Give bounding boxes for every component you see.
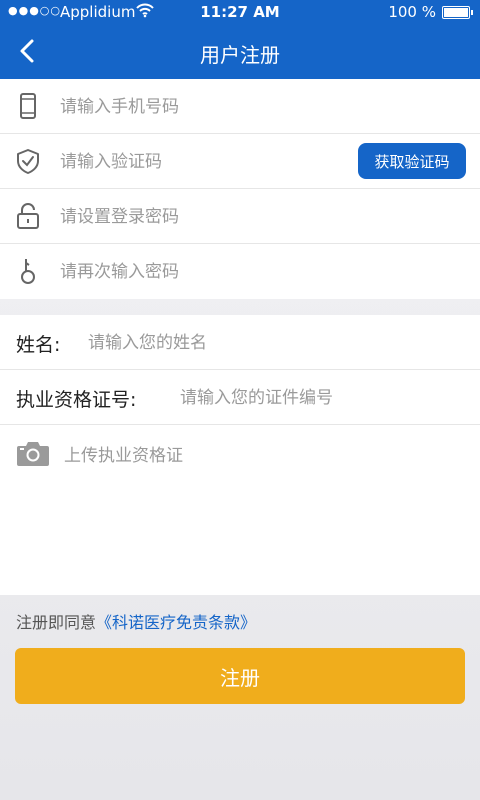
status-bar: ●●●○○ Applidium 11:27 AM 100 % [0, 0, 480, 24]
battery-icon [442, 6, 473, 19]
profile-section: 姓名: 执业资格证号: 上传执业资格证 [0, 315, 480, 595]
code-row: 获取验证码 [0, 134, 480, 189]
upload-license-button[interactable]: 上传执业资格证 [0, 425, 480, 480]
nav-bar: 用户注册 [0, 24, 480, 79]
license-input[interactable] [178, 382, 472, 414]
credentials-section: 获取验证码 [0, 79, 480, 299]
code-input[interactable] [58, 146, 282, 178]
name-input[interactable] [86, 327, 460, 359]
license-row: 执业资格证号: [0, 370, 480, 425]
password-input[interactable] [58, 201, 342, 233]
battery-level: 100 % [388, 3, 436, 21]
camera-icon [17, 442, 49, 466]
page-title: 用户注册 [200, 43, 280, 67]
key-icon [21, 259, 35, 284]
register-button[interactable]: 注册 [15, 648, 465, 704]
agreement-text: 注册即同意《科诺医疗免责条款》 [16, 609, 256, 633]
name-row: 姓名: [0, 315, 480, 370]
phone-icon [20, 93, 36, 119]
terms-link[interactable]: 《科诺医疗免责条款》 [96, 613, 256, 632]
name-label: 姓名: [16, 334, 61, 356]
lock-icon [17, 203, 39, 229]
password-row [0, 189, 480, 244]
agreement-prefix: 注册即同意 [16, 613, 97, 632]
confirm-password-input[interactable] [58, 256, 342, 288]
get-code-button[interactable]: 获取验证码 [358, 143, 466, 179]
shield-check-icon [17, 149, 39, 174]
phone-input[interactable] [58, 91, 342, 123]
upload-license-label: 上传执业资格证 [64, 446, 183, 466]
license-label: 执业资格证号: [16, 389, 137, 411]
confirm-row [0, 244, 480, 299]
phone-row [0, 79, 480, 134]
